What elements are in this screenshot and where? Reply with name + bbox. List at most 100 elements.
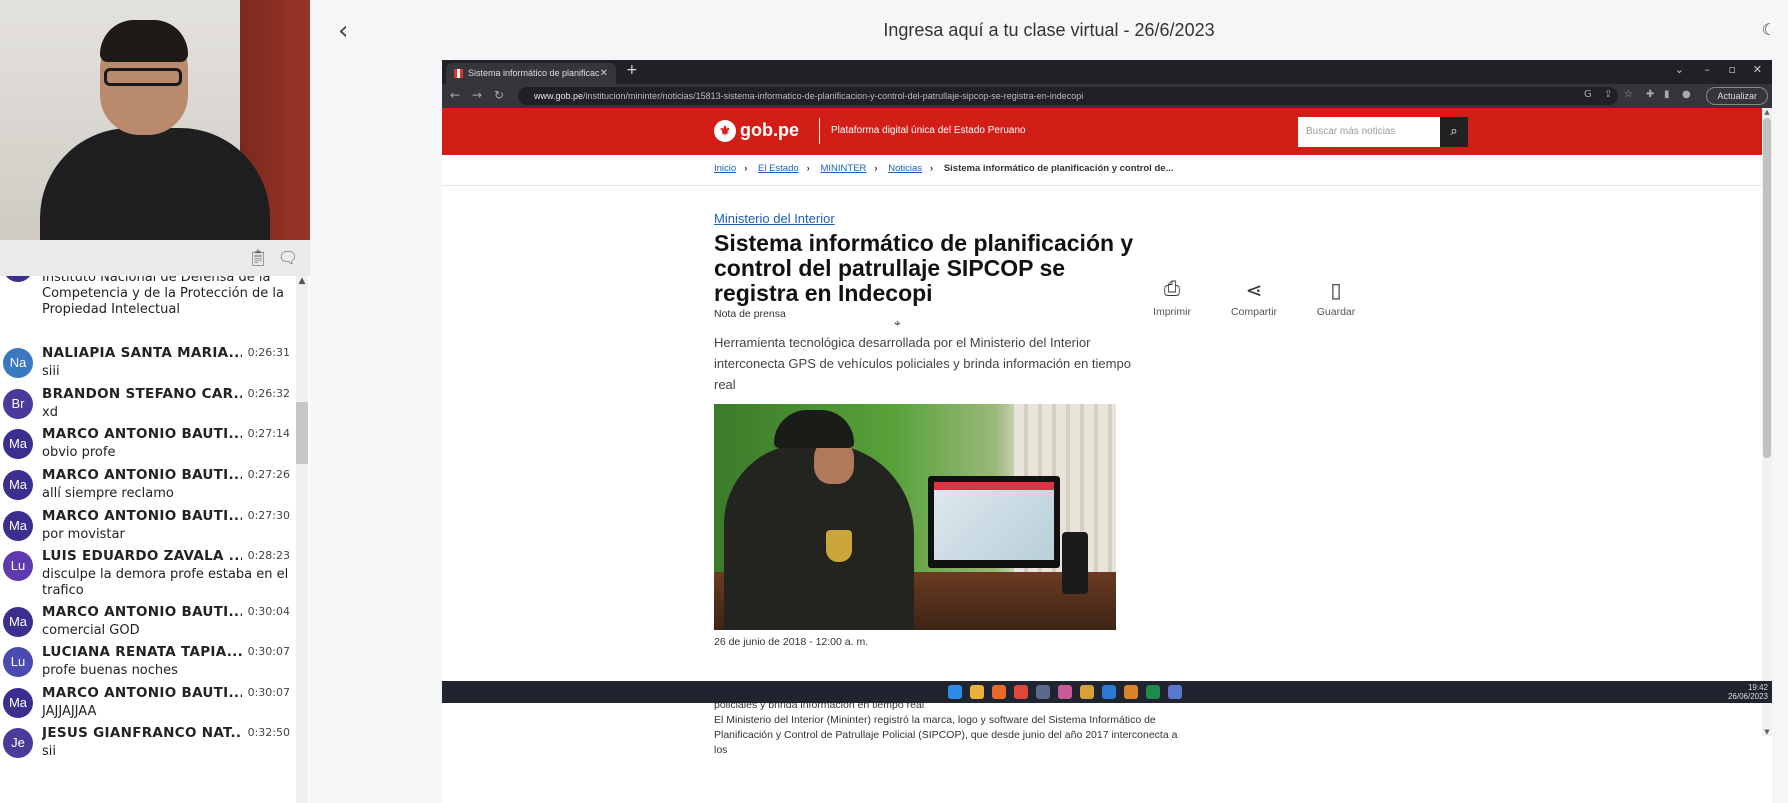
dark-mode-moon-icon[interactable]: ☾ bbox=[1762, 20, 1776, 39]
scroll-down-arrow-icon[interactable]: ▼ bbox=[1762, 728, 1772, 736]
back-arrow-icon[interactable]: ← bbox=[450, 88, 460, 102]
sender-name: JESUS GIANFRANCO NAT... bbox=[42, 725, 242, 741]
sender-name: LUCIANA RENATA TAPIA... bbox=[42, 644, 242, 660]
message-time: 0:30:07 bbox=[247, 645, 290, 658]
firefox-icon[interactable] bbox=[992, 685, 1006, 699]
message-text: sii bbox=[42, 744, 56, 759]
forward-arrow-icon[interactable]: → bbox=[472, 88, 482, 102]
search-icon[interactable]: ⌕ bbox=[1440, 117, 1468, 147]
sidebar-icon[interactable]: ▮ bbox=[1664, 89, 1676, 101]
profile-icon[interactable]: ● bbox=[1682, 89, 1694, 101]
gob-header: ⚜ gob.pe Plataforma digital única del Est… bbox=[442, 108, 1762, 155]
scroll-thumb[interactable] bbox=[296, 402, 308, 464]
message-text: JAJJAJJAA bbox=[42, 704, 97, 719]
sender-name: LUIS EDUARDO ZAVALA ... bbox=[42, 548, 242, 564]
scroll-up-arrow-icon[interactable]: ▲ bbox=[296, 276, 308, 290]
message-time: 0:32:50 bbox=[247, 726, 290, 739]
extensions-icon[interactable]: ✚ bbox=[1646, 89, 1658, 101]
chrome-icon[interactable] bbox=[1014, 685, 1028, 699]
share-label: Compartir bbox=[1230, 306, 1278, 318]
message-text: allí siempre reclamo bbox=[42, 486, 174, 501]
breadcrumb-noticias[interactable]: Noticias bbox=[888, 163, 922, 174]
app-icon[interactable] bbox=[1058, 685, 1072, 699]
close-tab-icon[interactable]: ✕ bbox=[600, 63, 608, 84]
windows-start-icon[interactable] bbox=[948, 685, 962, 699]
url-path: /institucion/mininter/noticias/15813-sis… bbox=[583, 91, 1084, 101]
logo-text: gob.pe bbox=[740, 120, 799, 140]
clipboard-icon[interactable]: 📋︎ bbox=[247, 248, 269, 268]
snipping-tool-icon[interactable] bbox=[1036, 685, 1050, 699]
vscode-icon[interactable] bbox=[1102, 685, 1116, 699]
article-lead: Herramienta tecnológica desarrollada por… bbox=[714, 335, 1131, 392]
new-tab-plus-icon[interactable]: + bbox=[626, 62, 638, 78]
message-time: 0:27:30 bbox=[247, 509, 290, 522]
close-window-icon[interactable]: ✕ bbox=[1753, 63, 1762, 76]
avatar: Na bbox=[3, 348, 33, 378]
message-text: disculpe la demora profe estaba en el tr… bbox=[42, 567, 289, 598]
restore-icon[interactable]: ▫ bbox=[1729, 63, 1736, 76]
webcam-video bbox=[0, 0, 310, 240]
sender-name: MARCO ANTONIO BAUTI... bbox=[42, 685, 242, 701]
share-button[interactable]: ⋖ Compartir bbox=[1224, 278, 1284, 318]
bookmark-icon: ▯ bbox=[1330, 280, 1342, 302]
breadcrumb-mininter[interactable]: MININTER bbox=[820, 163, 866, 174]
sender-name: MARCO ANTONIO BAUTI... bbox=[42, 426, 242, 442]
mouse-cursor-icon: ⌖ bbox=[894, 316, 901, 330]
avatar: Ma bbox=[3, 511, 33, 541]
breadcrumb-el-estado[interactable]: El Estado bbox=[758, 163, 799, 174]
news-search[interactable]: Buscar más noticias ⌕ bbox=[1298, 117, 1468, 147]
google-icon[interactable]: G bbox=[1584, 89, 1596, 101]
search-input[interactable]: Buscar más noticias bbox=[1306, 126, 1395, 137]
chat-bubbles-icon[interactable]: 🗨︎ bbox=[277, 248, 299, 268]
update-button[interactable]: Actualizar bbox=[1706, 87, 1768, 105]
avatar: Ma bbox=[3, 470, 33, 500]
sender-name: MARCO ANTONIO BAUTI... bbox=[42, 604, 242, 620]
calculator-icon[interactable] bbox=[1168, 685, 1182, 699]
file-explorer-icon[interactable] bbox=[970, 685, 984, 699]
breadcrumb-inicio[interactable]: Inicio bbox=[714, 163, 736, 174]
avatar: Lu bbox=[3, 551, 33, 581]
peru-flag-icon bbox=[454, 69, 463, 78]
gob-tagline: Plataforma digital única del Estado Peru… bbox=[831, 125, 1026, 136]
excel-icon[interactable] bbox=[1146, 685, 1160, 699]
article-date: 26 de junio de 2018 - 12:00 a. m. bbox=[714, 636, 869, 648]
avatar: Br bbox=[3, 389, 33, 419]
avatar bbox=[3, 276, 33, 282]
star-icon[interactable]: ☆ bbox=[1624, 89, 1636, 101]
tab-search-chevron-icon[interactable]: ⌄ bbox=[1675, 63, 1684, 76]
avatar: Je bbox=[3, 728, 33, 758]
message-time: 0:26:32 bbox=[247, 387, 290, 400]
browser-address-bar: ← → ↻ www.gob.pe/institucion/mininter/no… bbox=[442, 84, 1772, 108]
app-icon[interactable] bbox=[1080, 685, 1094, 699]
message-time: 0:30:04 bbox=[247, 605, 290, 618]
print-button[interactable]: ⎙ Imprimir bbox=[1142, 278, 1202, 318]
article-headline: Sistema informático de planificación y c… bbox=[714, 230, 1134, 306]
system-clock: 19:42 26/06/2023 bbox=[1728, 683, 1768, 701]
message-text: por movistar bbox=[42, 527, 125, 542]
minimize-icon[interactable]: – bbox=[1705, 63, 1711, 76]
page-scroll-thumb[interactable] bbox=[1763, 118, 1771, 458]
page-scrollbar[interactable]: ▲ ▼ bbox=[1762, 108, 1772, 736]
browser-tab[interactable]: Sistema informático de planificac ✕ bbox=[446, 63, 616, 84]
message-text: obvio profe bbox=[42, 445, 116, 460]
chat-toolbar: 📋︎ 🗨︎ bbox=[0, 240, 310, 276]
share-page-icon[interactable]: ⇪ bbox=[1604, 89, 1616, 101]
message-time: 0:26:31 bbox=[247, 346, 290, 359]
app: 📋︎ 🗨︎ Instituto Nacional de Defensa de l… bbox=[0, 0, 1788, 803]
scroll-up-arrow-icon[interactable]: ▲ bbox=[1762, 108, 1772, 116]
app-icon[interactable] bbox=[1124, 685, 1138, 699]
browser-tabbar: Sistema informático de planificac ✕ + ⌄ … bbox=[442, 60, 1772, 84]
main-area: ‹ Ingresa aquí a tu clase virtual - 26/6… bbox=[310, 0, 1788, 803]
ministry-link[interactable]: Ministerio del Interior bbox=[714, 211, 835, 226]
message-text: siii bbox=[42, 364, 60, 379]
left-panel: 📋︎ 🗨︎ Instituto Nacional de Defensa de l… bbox=[0, 0, 310, 803]
article-photo bbox=[714, 404, 1116, 630]
message-text: profe buenas noches bbox=[42, 663, 178, 678]
reload-icon[interactable]: ↻ bbox=[494, 88, 504, 102]
save-button[interactable]: ▯ Guardar bbox=[1306, 278, 1366, 318]
save-label: Guardar bbox=[1316, 306, 1356, 318]
gob-logo[interactable]: ⚜ gob.pe bbox=[714, 120, 799, 143]
sender-name: MARCO ANTONIO BAUTI... bbox=[42, 508, 242, 524]
chat-scrollbar[interactable]: ▲ bbox=[296, 276, 308, 803]
url-field[interactable]: www.gob.pe/institucion/mininter/noticias… bbox=[518, 87, 1618, 105]
